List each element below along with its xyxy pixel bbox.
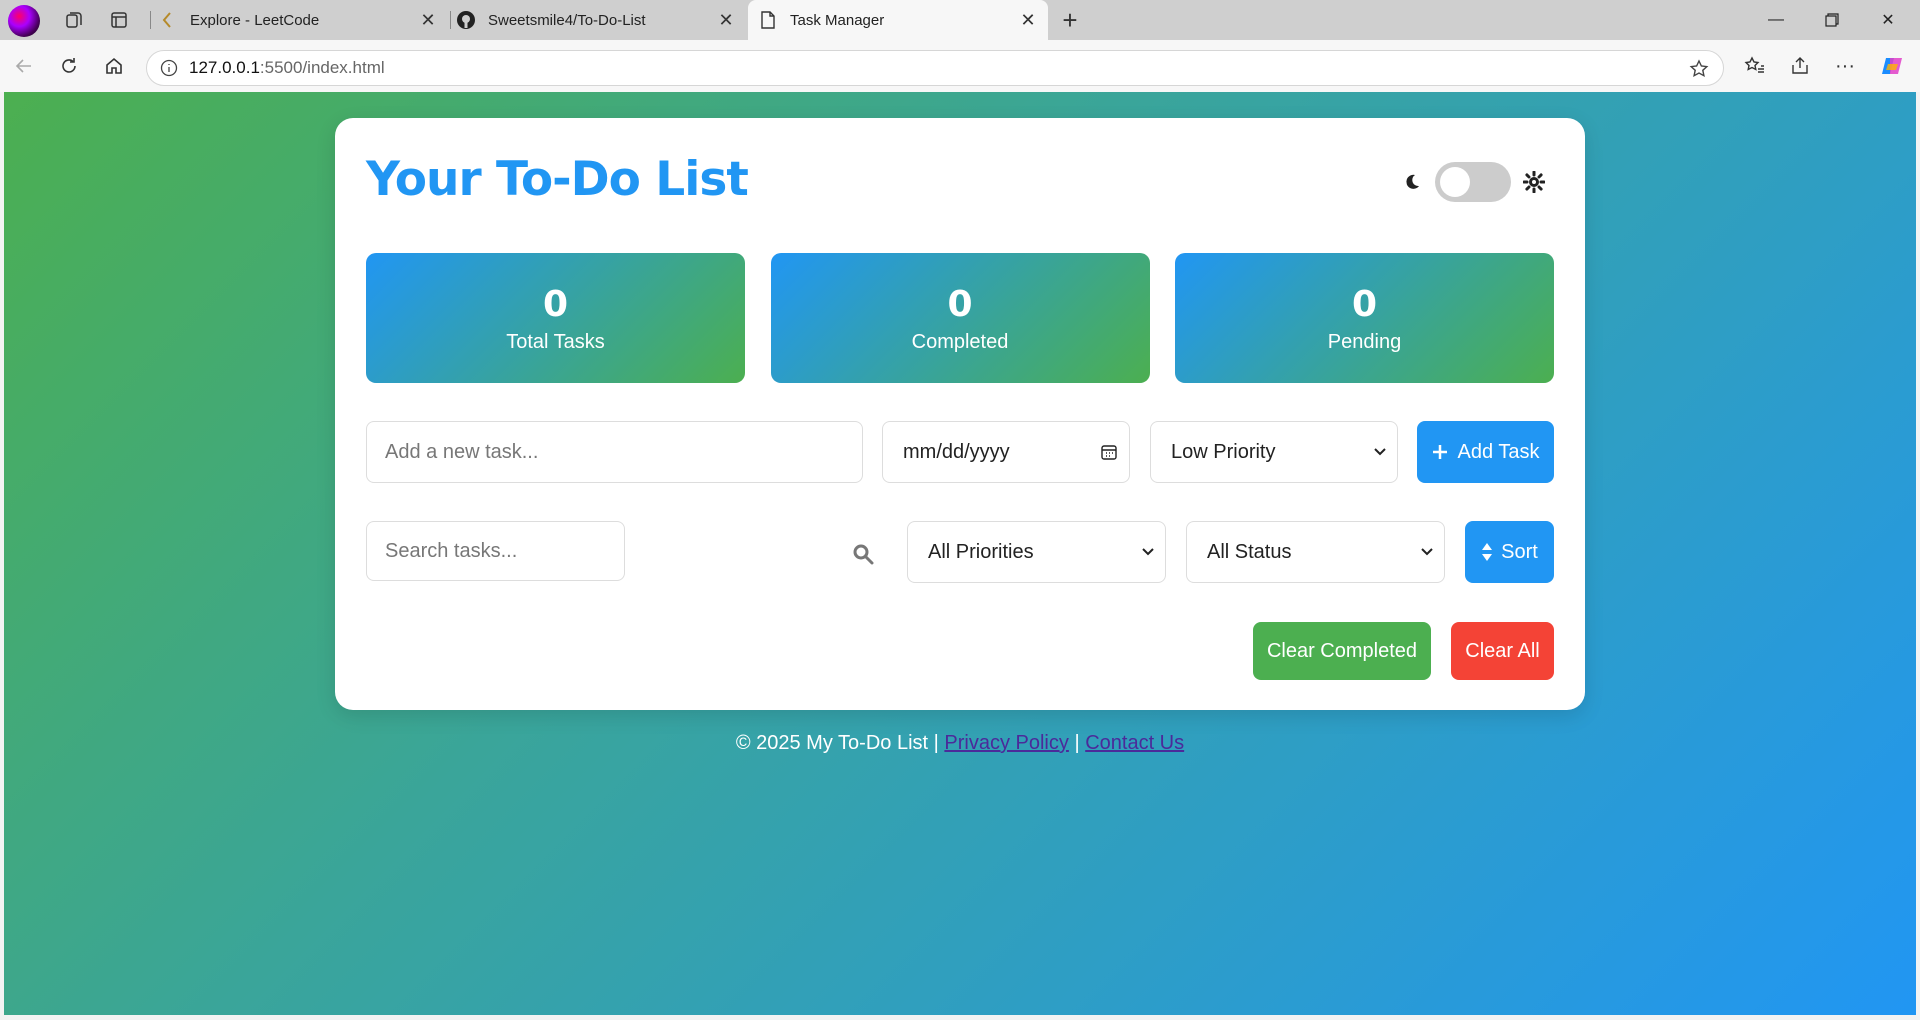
clear-completed-button[interactable]: Clear Completed bbox=[1253, 622, 1431, 680]
close-tab-icon[interactable]: ✕ bbox=[1018, 10, 1038, 30]
chevron-down-icon bbox=[1141, 545, 1155, 559]
search-input-wrapper bbox=[366, 521, 625, 581]
copilot-icon[interactable] bbox=[1878, 52, 1906, 80]
tab-leetcode[interactable]: Explore - LeetCode ✕ bbox=[158, 0, 448, 40]
new-tab-button[interactable]: + bbox=[1055, 5, 1085, 35]
privacy-policy-link[interactable]: Privacy Policy bbox=[944, 732, 1068, 754]
priority-filter-selected: All Priorities bbox=[928, 540, 1034, 563]
stat-value: 0 bbox=[947, 283, 973, 325]
close-window-button[interactable]: ✕ bbox=[1860, 0, 1916, 40]
stats-row: 0 Total Tasks 0 Completed 0 Pending bbox=[366, 253, 1554, 383]
tab-github[interactable]: Sweetsmile4/To-Do-List ✕ bbox=[456, 0, 746, 40]
home-icon[interactable] bbox=[100, 52, 128, 80]
footer-separator: | bbox=[1074, 732, 1080, 754]
stat-value: 0 bbox=[542, 283, 569, 325]
tab-title: Task Manager bbox=[790, 11, 885, 29]
status-filter-selected: All Status bbox=[1207, 540, 1292, 563]
site-info-icon[interactable] bbox=[159, 58, 179, 78]
sort-icon bbox=[1481, 542, 1493, 562]
task-input[interactable] bbox=[367, 440, 862, 464]
stat-pending: 0 Pending bbox=[1175, 253, 1554, 383]
stat-value: 0 bbox=[1351, 283, 1378, 325]
tab-actions-icon[interactable] bbox=[105, 6, 133, 34]
search-icon[interactable] bbox=[852, 543, 874, 565]
moon-icon bbox=[1401, 171, 1423, 193]
calendar-icon[interactable] bbox=[1099, 442, 1119, 462]
browser-tab-bar: Explore - LeetCode ✕ Sweetsmile4/To-Do-L… bbox=[0, 0, 1920, 40]
address-bar-row: 127.0.0.1:5500/index.html ··· bbox=[0, 40, 1920, 92]
add-task-label: Add Task bbox=[1457, 440, 1540, 463]
restore-button[interactable] bbox=[1804, 0, 1860, 40]
tab-separator bbox=[150, 11, 151, 29]
sun-icon bbox=[1523, 171, 1545, 193]
favorite-star-icon[interactable] bbox=[1687, 57, 1711, 81]
profile-avatar[interactable] bbox=[8, 5, 40, 37]
todo-card: Your To-Do List 0 Total Tasks 0 Complete… bbox=[335, 118, 1585, 710]
due-date-input[interactable]: mm/dd/yyyy bbox=[882, 421, 1130, 483]
tab-title: Explore - LeetCode bbox=[190, 11, 320, 29]
stat-label: Pending bbox=[1327, 330, 1402, 353]
priority-filter-select[interactable]: All Priorities bbox=[907, 521, 1166, 583]
url-bar[interactable]: 127.0.0.1:5500/index.html bbox=[146, 50, 1724, 86]
date-placeholder: mm/dd/yyyy bbox=[903, 440, 1010, 463]
plus-icon bbox=[1432, 444, 1448, 460]
tab-task-manager[interactable]: Task Manager ✕ bbox=[748, 0, 1048, 40]
page-background: Your To-Do List 0 Total Tasks 0 Complete… bbox=[4, 92, 1916, 1015]
priority-select[interactable]: Low Priority bbox=[1150, 421, 1398, 483]
close-tab-icon[interactable]: ✕ bbox=[418, 10, 438, 30]
minimize-button[interactable]: — bbox=[1748, 0, 1804, 40]
clear-all-label: Clear All bbox=[1465, 639, 1540, 662]
url-host: 127.0.0.1 bbox=[189, 58, 260, 77]
footer-copyright: © 2025 My To-Do List | bbox=[735, 732, 939, 754]
more-options-icon[interactable]: ··· bbox=[1831, 52, 1859, 80]
task-input-wrapper bbox=[366, 421, 863, 483]
stat-completed: 0 Completed bbox=[770, 253, 1150, 383]
clear-all-button[interactable]: Clear All bbox=[1451, 622, 1554, 680]
url-path: :5500/index.html bbox=[259, 58, 385, 77]
stat-label: Total Tasks bbox=[506, 330, 605, 353]
leetcode-icon bbox=[158, 10, 178, 30]
theme-toggle bbox=[1401, 162, 1545, 202]
footer: © 2025 My To-Do List | Privacy Policy | … bbox=[4, 732, 1916, 755]
search-input[interactable] bbox=[367, 539, 624, 563]
clear-completed-label: Clear Completed bbox=[1266, 639, 1418, 662]
chevron-down-icon bbox=[1373, 445, 1387, 459]
github-icon bbox=[456, 10, 476, 30]
add-task-button[interactable]: Add Task bbox=[1417, 421, 1554, 483]
refresh-icon[interactable] bbox=[55, 52, 83, 80]
sort-label: Sort bbox=[1501, 540, 1538, 563]
stat-total-tasks: 0 Total Tasks bbox=[366, 253, 745, 383]
dark-mode-switch[interactable] bbox=[1435, 162, 1511, 202]
contact-us-link[interactable]: Contact Us bbox=[1085, 732, 1184, 754]
stat-label: Completed bbox=[911, 330, 1009, 353]
close-tab-icon[interactable]: ✕ bbox=[716, 10, 736, 30]
page-title: Your To-Do List bbox=[366, 152, 749, 207]
priority-selected: Low Priority bbox=[1171, 440, 1276, 463]
sort-button[interactable]: Sort bbox=[1465, 521, 1554, 583]
workspaces-icon[interactable] bbox=[60, 6, 88, 34]
status-filter-select[interactable]: All Status bbox=[1186, 521, 1445, 583]
tab-title: Sweetsmile4/To-Do-List bbox=[488, 11, 646, 29]
tab-separator bbox=[450, 11, 451, 29]
favorites-icon[interactable] bbox=[1741, 52, 1769, 80]
document-icon bbox=[758, 10, 778, 30]
share-icon[interactable] bbox=[1786, 52, 1814, 80]
chevron-down-icon bbox=[1420, 545, 1434, 559]
switch-knob bbox=[1440, 167, 1470, 197]
back-icon[interactable] bbox=[10, 52, 38, 80]
